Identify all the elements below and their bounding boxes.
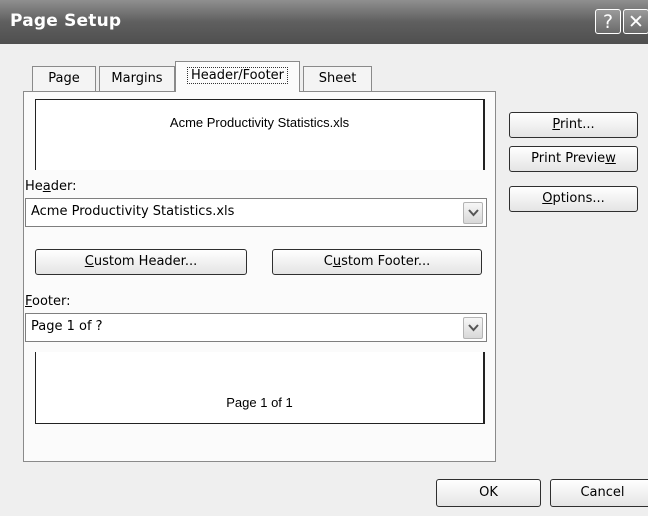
custom-header-button[interactable]: Custom Header...: [35, 249, 247, 275]
header-preview: Acme Productivity Statistics.xls: [35, 99, 485, 170]
header-dropdown[interactable]: Acme Productivity Statistics.xls: [25, 198, 487, 227]
cancel-button[interactable]: Cancel: [550, 479, 648, 507]
custom-footer-button[interactable]: Custom Footer...: [272, 249, 482, 275]
footer-dropdown[interactable]: Page 1 of ?: [25, 313, 487, 342]
help-button[interactable]: ?: [595, 9, 621, 34]
options-button[interactable]: Options...: [509, 186, 638, 212]
footer-preview-text: Page 1 of 1: [226, 395, 293, 410]
print-preview-button[interactable]: Print Preview: [509, 146, 638, 172]
tab-sheet[interactable]: Sheet: [303, 66, 372, 91]
header-preview-text: Acme Productivity Statistics.xls: [169, 115, 350, 130]
ok-button[interactable]: OK: [436, 479, 541, 507]
chevron-down-icon[interactable]: [463, 202, 483, 224]
tab-header-footer-label: Header/Footer: [186, 67, 289, 84]
footer-dropdown-value: Page 1 of ?: [31, 319, 103, 334]
tab-page-label: Page: [48, 71, 80, 86]
window-title: Page Setup: [10, 11, 122, 31]
close-icon: ✕: [628, 11, 644, 33]
close-button[interactable]: ✕: [623, 9, 648, 34]
tab-page[interactable]: Page: [32, 66, 96, 91]
tab-sheet-label: Sheet: [318, 71, 357, 86]
tab-margins-label: Margins: [111, 71, 163, 86]
footer-label: Footer:: [25, 294, 71, 309]
chevron-down-icon[interactable]: [463, 317, 483, 339]
tab-margins[interactable]: Margins: [99, 66, 175, 91]
title-bar[interactable]: Page Setup ? ✕: [0, 0, 648, 44]
print-button[interactable]: Print...: [509, 112, 638, 138]
footer-preview: Page 1 of 1: [35, 352, 485, 424]
tab-header-footer[interactable]: Header/Footer: [175, 61, 300, 92]
header-dropdown-value: Acme Productivity Statistics.xls: [31, 204, 235, 219]
help-icon: ?: [602, 11, 614, 33]
page-setup-dialog: Page Setup ? ✕ Page Margins Header/Foote…: [0, 0, 648, 516]
header-label: Header:: [25, 179, 77, 194]
